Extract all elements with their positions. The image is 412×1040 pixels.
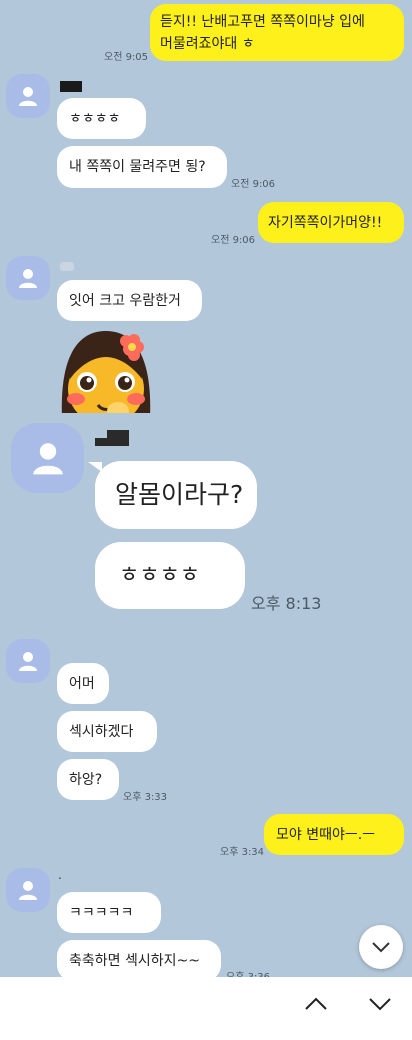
message-text: ㅋㅋㅋㅋㅋ (69, 904, 134, 921)
their-message-bubble[interactable]: ㅎㅎㅎㅎ (95, 542, 245, 609)
sender-avatar[interactable] (11, 423, 84, 493)
message-time: 오전 9:06 (211, 235, 256, 246)
their-message-bubble[interactable]: ㅎㅎㅎㅎ (57, 98, 146, 139)
their-message-bubble[interactable]: 하앙? (57, 759, 119, 800)
their-message-bubble[interactable]: 알몸이라구? (95, 461, 257, 529)
my-message-bubble[interactable]: 모야 변때야ㅡ.ㅡ (264, 814, 404, 855)
message-time: 오전 9:06 (231, 179, 276, 190)
message-time: 오전 9:05 (104, 52, 149, 63)
message-text: 자기쪽쪽이가머양!! (268, 214, 383, 231)
message-text: 축축하면 섹시하지~~ (69, 952, 200, 969)
message-time: 오후 3:33 (123, 792, 168, 803)
sender-name-blurred (60, 262, 74, 271)
message-text: 알몸이라구? (115, 480, 244, 509)
sender-avatar[interactable] (6, 868, 50, 912)
sender-avatar[interactable] (6, 639, 50, 683)
person-icon (19, 652, 37, 671)
my-message-bubble[interactable]: 자기쪽쪽이가머양!! (258, 202, 404, 243)
message-text: ㅎㅎㅎㅎ (69, 110, 121, 127)
person-icon (32, 443, 63, 475)
their-message-bubble[interactable]: 어머 (57, 663, 109, 704)
sender-name-redacted (60, 81, 82, 92)
sender-name-redacted-part (95, 430, 107, 438)
chevron-down-icon (372, 942, 390, 953)
person-icon (19, 881, 37, 900)
search-navigation-bar (0, 977, 412, 1040)
their-message-bubble[interactable]: 축축하면 섹시하지~~ (57, 940, 221, 981)
chevron-up-icon (305, 997, 327, 1010)
their-message-bubble[interactable]: ㅋㅋㅋㅋㅋ (57, 892, 161, 933)
person-icon (19, 269, 37, 288)
message-text: 어머 (69, 675, 95, 692)
message-text: 내 쪽쪽이 물려주면 됭? (69, 159, 206, 175)
scroll-to-bottom-button[interactable] (359, 925, 403, 969)
sender-avatar[interactable] (6, 74, 50, 118)
message-time: 오후 8:13 (251, 594, 322, 613)
girl-emoji-sticker[interactable] (58, 327, 154, 413)
chevron-down-icon (369, 998, 391, 1011)
previous-result-button[interactable] (299, 989, 333, 1019)
message-text: 하앙? (69, 771, 103, 788)
message-text: 모야 변때야ㅡ.ㅡ (276, 826, 376, 843)
message-text: 잇어 크고 우람한거 (69, 292, 181, 309)
person-icon (19, 87, 37, 106)
their-message-bubble[interactable]: 잇어 크고 우람한거 (57, 280, 202, 321)
next-result-button[interactable] (363, 989, 397, 1019)
message-text: 듣지!! 난배고푸면 쪽쪽이마냥 입에 머물려죠야대 ㅎ (160, 13, 365, 52)
their-message-bubble[interactable]: 내 쪽쪽이 물려주면 됭? (57, 146, 227, 188)
sender-name: . (58, 868, 62, 882)
my-message-bubble[interactable]: 듣지!! 난배고푸면 쪽쪽이마냥 입에 머물려죠야대 ㅎ (150, 4, 404, 61)
message-time: 오후 3:34 (220, 847, 265, 858)
sender-avatar[interactable] (6, 256, 50, 300)
their-message-bubble[interactable]: 섹시하겠다 (57, 711, 157, 752)
message-text: ㅎㅎㅎㅎ (119, 562, 200, 588)
message-text: 섹시하겠다 (69, 723, 134, 740)
